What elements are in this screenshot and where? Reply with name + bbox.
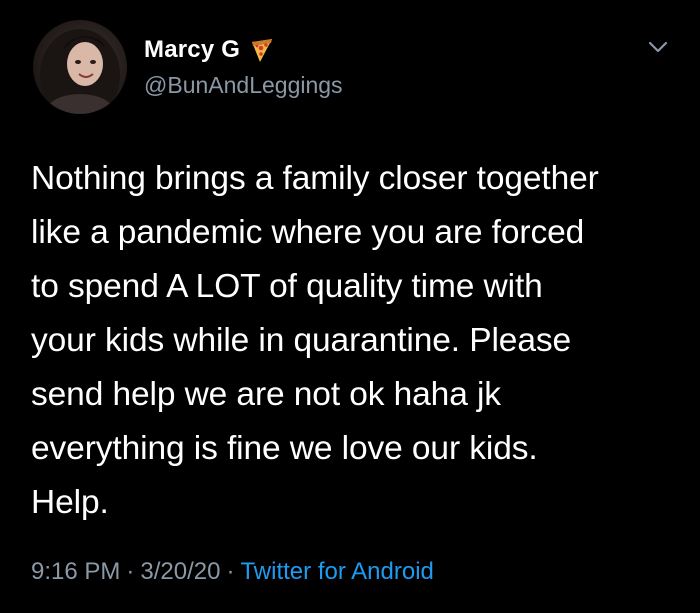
tweet-date[interactable]: 3/20/20 xyxy=(140,558,220,585)
avatar[interactable] xyxy=(33,20,127,114)
author-name-row[interactable]: Marcy G xyxy=(144,36,276,64)
tweet-text: Nothing brings a family closer together … xyxy=(31,160,599,521)
meta-separator: · xyxy=(126,558,135,585)
meta-separator: · xyxy=(226,558,235,585)
tweet-meta: 9:16 PM · 3/20/20 · Twitter for Android xyxy=(31,558,434,586)
tweet-source-link[interactable]: Twitter for Android xyxy=(240,558,433,585)
author-name[interactable]: Marcy G xyxy=(144,36,240,64)
tweet-card: Marcy G @BunAndLeggings Nothing brings a… xyxy=(0,0,700,613)
avatar-photo xyxy=(40,29,120,114)
pizza-icon xyxy=(248,36,276,64)
tweet-time[interactable]: 9:16 PM xyxy=(31,558,120,585)
chevron-down-icon[interactable] xyxy=(646,38,670,56)
author-handle[interactable]: @BunAndLeggings xyxy=(144,72,343,99)
